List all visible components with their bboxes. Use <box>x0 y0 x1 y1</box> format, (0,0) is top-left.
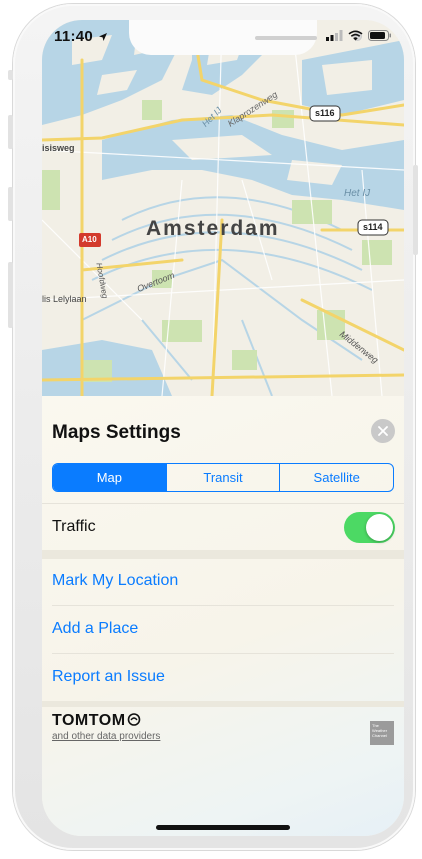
battery-icon <box>368 30 391 41</box>
power-button <box>413 165 418 255</box>
screen: s116 s114 A10 Amsterdam Klaprozenweg Het… <box>42 20 404 836</box>
add-a-place-link[interactable]: Add a Place <box>52 620 138 638</box>
street-label-lelylaan: lis Lelylaan <box>42 294 87 304</box>
status-time: 11:40 <box>54 28 108 45</box>
wifi-icon <box>348 30 363 41</box>
status-indicators <box>326 30 392 41</box>
report-an-issue-link[interactable]: Report an Issue <box>52 668 165 686</box>
water-label-het-ij-right: Het IJ <box>344 188 371 199</box>
segment-satellite[interactable]: Satellite <box>279 464 393 491</box>
weather-channel-logo: The Weather Channel <box>370 721 394 745</box>
close-icon <box>378 426 388 436</box>
data-providers-link[interactable]: and other data providers <box>52 731 160 742</box>
tomtom-logo: TOMTOM <box>52 712 141 730</box>
maps-settings-sheet: Maps Settings Map Transit Satellite Traf… <box>42 396 404 836</box>
tomtom-hand-icon <box>127 713 140 726</box>
traffic-toggle[interactable] <box>344 512 395 543</box>
divider <box>42 503 404 504</box>
section-separator <box>42 701 404 707</box>
sheet-title: Maps Settings <box>52 422 181 443</box>
shield-s116-label: s116 <box>315 108 335 118</box>
shield-a10-label: A10 <box>82 235 97 244</box>
street-label-isisweg: isisweg <box>42 143 75 153</box>
segment-transit[interactable]: Transit <box>165 464 280 491</box>
speaker-grille <box>255 36 317 40</box>
shield-s114-label: s114 <box>363 222 383 232</box>
toggle-knob <box>366 514 393 541</box>
map-type-segmented-control: Map Transit Satellite <box>52 463 394 492</box>
traffic-label: Traffic <box>52 518 96 535</box>
notch <box>129 20 362 55</box>
mute-switch <box>8 70 13 80</box>
divider <box>52 605 394 606</box>
map-view[interactable]: s116 s114 A10 Amsterdam Klaprozenweg Het… <box>42 20 404 396</box>
home-indicator[interactable] <box>156 825 290 830</box>
section-separator <box>42 550 404 559</box>
side-button-left <box>8 262 13 328</box>
city-label: Amsterdam <box>146 217 280 240</box>
divider <box>52 653 394 654</box>
mark-my-location-link[interactable]: Mark My Location <box>52 572 178 590</box>
cellular-signal-icon <box>326 30 343 41</box>
location-arrow-icon <box>98 33 107 41</box>
volume-down-button <box>8 187 13 221</box>
segment-map[interactable]: Map <box>53 464 166 491</box>
volume-up-button <box>8 115 13 149</box>
close-button[interactable] <box>371 419 395 443</box>
